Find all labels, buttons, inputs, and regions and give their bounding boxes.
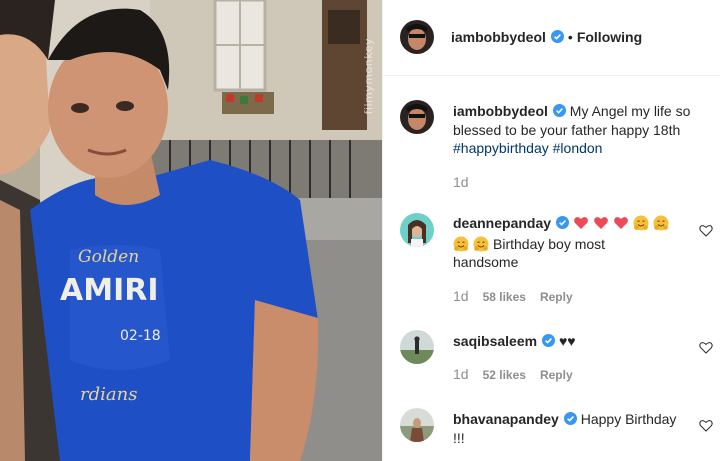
hugging-face-icon bbox=[473, 236, 489, 252]
reply-button[interactable]: Reply bbox=[540, 368, 573, 382]
heart-outline-icon[interactable] bbox=[699, 341, 713, 354]
comment-avatar[interactable] bbox=[400, 330, 434, 364]
post-photo[interactable]: Golden AMIRI 02-18 rdians filmymonkey bbox=[0, 0, 382, 461]
caption-meta: 1d bbox=[453, 174, 469, 190]
caption-username[interactable]: iambobbydeol bbox=[453, 103, 548, 119]
comment-meta: 1d 52 likes Reply bbox=[453, 366, 573, 382]
comment-username[interactable]: bhavanapandey bbox=[453, 411, 559, 427]
verified-badge-icon bbox=[542, 334, 556, 347]
comment: saqibsaleem ♥♥ bbox=[453, 332, 693, 351]
comment: deannepanday Birthday boy most handsome bbox=[453, 214, 693, 272]
heart-outline-icon[interactable] bbox=[699, 224, 713, 237]
red-heart-icon bbox=[573, 215, 589, 231]
verified-badge-icon bbox=[563, 412, 577, 425]
post-header: iambobbydeol • Following bbox=[383, 0, 720, 76]
svg-text:AMIRI: AMIRI bbox=[60, 273, 159, 308]
comment-avatar[interactable] bbox=[400, 408, 434, 442]
reply-button[interactable]: Reply bbox=[540, 290, 573, 304]
comment-likes[interactable]: 52 likes bbox=[483, 368, 526, 382]
comment-text: ♥♥ bbox=[558, 333, 576, 349]
post-side-panel: iambobbydeol • Following iambobbydeol My A… bbox=[382, 0, 720, 461]
svg-text:rdians: rdians bbox=[80, 384, 137, 405]
comment-text: Birthday boy most bbox=[493, 235, 606, 252]
hugging-face-icon bbox=[633, 215, 649, 231]
hashtag-link[interactable]: #happybirthday bbox=[453, 140, 549, 156]
red-heart-icon bbox=[593, 215, 609, 231]
comment: bhavanapandey Happy Birthday !!! bbox=[453, 410, 693, 447]
comment-text-continued: handsome bbox=[453, 254, 519, 270]
svg-text:Golden: Golden bbox=[78, 247, 139, 267]
comment-meta: 1d 58 likes Reply bbox=[453, 288, 573, 304]
comment-likes[interactable]: 58 likes bbox=[483, 290, 526, 304]
heart-outline-icon[interactable] bbox=[699, 419, 713, 432]
verified-badge-icon bbox=[550, 30, 564, 43]
comment-username[interactable]: saqibsaleem bbox=[453, 333, 537, 349]
author-avatar[interactable] bbox=[400, 20, 434, 54]
caption: iambobbydeol My Angel my life so blessed… bbox=[453, 102, 713, 158]
caption-time[interactable]: 1d bbox=[453, 174, 469, 190]
comment-avatar[interactable] bbox=[400, 213, 434, 247]
svg-text:02-18: 02-18 bbox=[120, 328, 161, 344]
photo-image: Golden AMIRI 02-18 rdians bbox=[0, 0, 382, 461]
hugging-face-icon bbox=[653, 215, 669, 231]
separator-dot: • bbox=[567, 29, 573, 45]
verified-badge-icon bbox=[552, 104, 566, 117]
following-button[interactable]: Following bbox=[577, 29, 642, 45]
red-heart-icon bbox=[613, 215, 629, 231]
comment-text-continued: !!! bbox=[453, 429, 465, 446]
comment-time[interactable]: 1d bbox=[453, 288, 469, 304]
hashtag-link[interactable]: #london bbox=[553, 140, 603, 156]
comment-time[interactable]: 1d bbox=[453, 366, 469, 382]
photo-watermark: filmymonkey bbox=[362, 38, 375, 115]
hugging-face-icon bbox=[453, 236, 469, 252]
comment-username[interactable]: deannepanday bbox=[453, 215, 551, 231]
caption-avatar[interactable] bbox=[400, 100, 434, 134]
verified-badge-icon bbox=[556, 216, 570, 229]
comment-text: Happy Birthday bbox=[580, 411, 677, 427]
author-username[interactable]: iambobbydeol bbox=[451, 29, 546, 45]
